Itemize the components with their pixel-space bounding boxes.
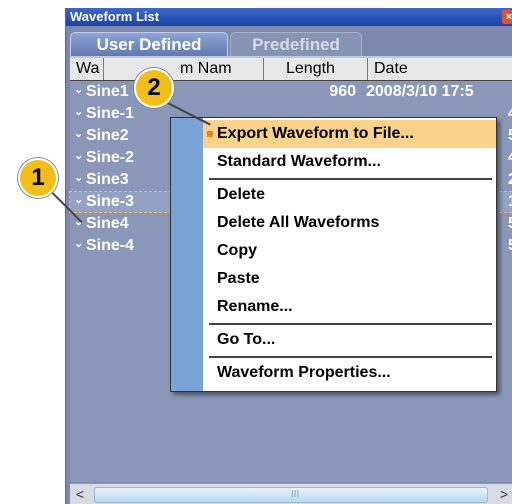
chevron-down-icon: ⌄ bbox=[74, 172, 84, 184]
menu-item-waveform-properties[interactable]: Waveform Properties... bbox=[203, 359, 496, 387]
close-button[interactable]: × bbox=[502, 10, 512, 24]
column-name-header-start[interactable]: Wa bbox=[70, 58, 104, 80]
scrollbar-thumb[interactable]: III bbox=[94, 487, 488, 503]
menu-item-paste[interactable]: Paste bbox=[203, 265, 496, 293]
chevron-down-icon: ⌄ bbox=[74, 194, 84, 206]
menu-icon-strip bbox=[171, 118, 203, 391]
menu-separator bbox=[209, 356, 492, 358]
menu-item-delete[interactable]: Delete bbox=[203, 181, 496, 209]
menu-item-standard-waveform[interactable]: Standard Waveform... bbox=[203, 148, 496, 176]
column-name-header-end[interactable]: m Nam bbox=[174, 58, 264, 80]
tab-user-defined[interactable]: User Defined bbox=[70, 32, 228, 57]
menu-item-copy[interactable]: Copy bbox=[203, 237, 496, 265]
column-length-header[interactable]: Length bbox=[264, 58, 368, 80]
grip-icon: III bbox=[291, 489, 300, 500]
context-menu: Export Waveform to File... Standard Wave… bbox=[170, 117, 497, 392]
menu-item-go-to[interactable]: Go To... bbox=[203, 326, 496, 354]
chevron-down-icon: ⌄ bbox=[74, 106, 84, 118]
title-bar: Waveform List × bbox=[66, 8, 512, 26]
menu-item-delete-all[interactable]: Delete All Waveforms bbox=[203, 209, 496, 237]
chevron-down-icon: ⌄ bbox=[74, 150, 84, 162]
menu-separator bbox=[209, 178, 492, 180]
horizontal-scrollbar[interactable]: < III > bbox=[70, 483, 512, 504]
callout-2-badge: 2 bbox=[134, 68, 174, 108]
chevron-down-icon: ⌄ bbox=[74, 238, 84, 250]
menu-item-rename[interactable]: Rename... bbox=[203, 293, 496, 321]
column-date-header[interactable]: Date bbox=[368, 58, 512, 80]
scroll-right-arrow-icon[interactable]: > bbox=[496, 486, 512, 502]
bullet-icon bbox=[207, 131, 213, 137]
chevron-down-icon: ⌄ bbox=[74, 84, 84, 96]
menu-item-export-waveform[interactable]: Export Waveform to File... bbox=[203, 120, 496, 148]
menu-separator bbox=[209, 323, 492, 325]
scroll-left-arrow-icon[interactable]: < bbox=[72, 486, 88, 502]
chevron-down-icon: ⌄ bbox=[74, 128, 84, 140]
window-title: Waveform List bbox=[70, 9, 160, 24]
tab-predefined[interactable]: Predefined bbox=[230, 32, 362, 57]
callout-1-badge: 1 bbox=[18, 158, 58, 198]
